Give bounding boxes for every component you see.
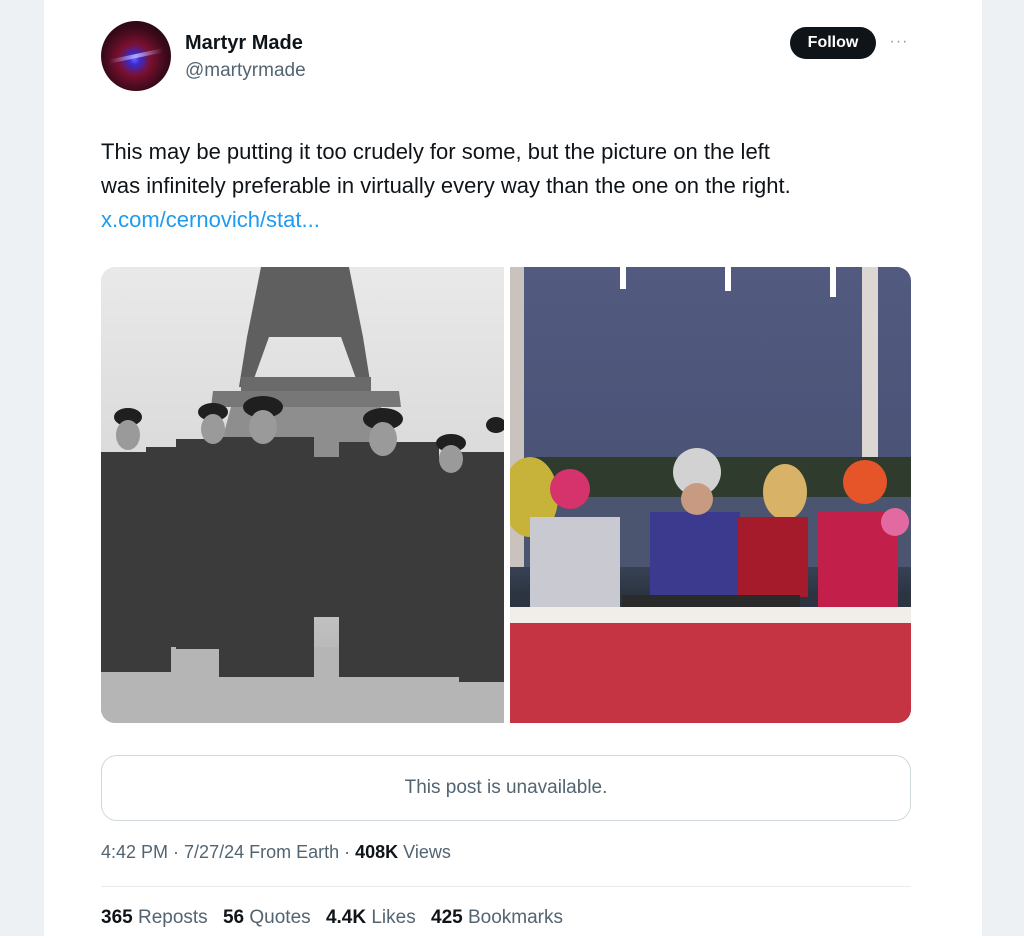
likes-stat[interactable]: 4.4K Likes xyxy=(326,907,416,928)
post-date[interactable]: 7/27/24 xyxy=(184,842,244,862)
avatar-graphic xyxy=(109,48,163,64)
post-card: Martyr Made @martyrmade Follow ··· This … xyxy=(44,0,982,936)
meta-separator: · xyxy=(339,842,356,862)
bookmarks-count: 425 xyxy=(431,907,463,928)
follow-button[interactable]: Follow xyxy=(790,27,876,59)
media-image-right[interactable] xyxy=(510,267,911,723)
avatar[interactable] xyxy=(101,21,171,91)
meta-separator: · xyxy=(168,842,185,862)
post-time[interactable]: 4:42 PM xyxy=(101,842,168,862)
left-photo-graphic xyxy=(101,267,504,723)
bookmarks-label: Bookmarks xyxy=(462,907,564,928)
views-label: Views xyxy=(398,842,451,862)
bookmarks-stat[interactable]: 425 Bookmarks xyxy=(431,907,563,928)
quotes-count: 56 xyxy=(222,907,245,928)
author-handle[interactable]: @martyrmade xyxy=(185,60,306,82)
media-grid xyxy=(101,267,911,723)
post-source: From Earth xyxy=(244,842,340,862)
author-display-name[interactable]: Martyr Made xyxy=(185,32,303,55)
quotes-label: Quotes xyxy=(244,907,311,928)
post-text: This may be putting it too crudely for s… xyxy=(101,135,921,237)
more-options-icon[interactable]: ··· xyxy=(886,33,912,51)
reposts-stat[interactable]: 365 Reposts xyxy=(101,907,208,928)
divider xyxy=(101,886,911,887)
likes-label: Likes xyxy=(366,907,416,928)
right-photo-graphic xyxy=(510,267,911,723)
likes-count: 4.4K xyxy=(325,907,367,928)
post-link[interactable]: x.com/cernovich/stat... xyxy=(101,203,921,237)
media-image-left[interactable] xyxy=(101,267,504,723)
quoted-post-unavailable: This post is unavailable. xyxy=(101,755,911,821)
quotes-stat[interactable]: 56 Quotes xyxy=(223,907,311,928)
post-metadata: 4:42 PM · 7/27/24 From Earth · 408K View… xyxy=(101,842,451,863)
views-count: 408K xyxy=(355,842,399,862)
reposts-count: 365 xyxy=(101,907,133,928)
post-text-line-2: was infinitely preferable in virtually e… xyxy=(101,173,791,198)
reposts-label: Reposts xyxy=(132,907,208,928)
post-text-line-1: This may be putting it too crudely for s… xyxy=(101,139,770,164)
engagement-stats: 365 Reposts 56 Quotes 4.4K Likes 425 Boo… xyxy=(101,907,573,929)
